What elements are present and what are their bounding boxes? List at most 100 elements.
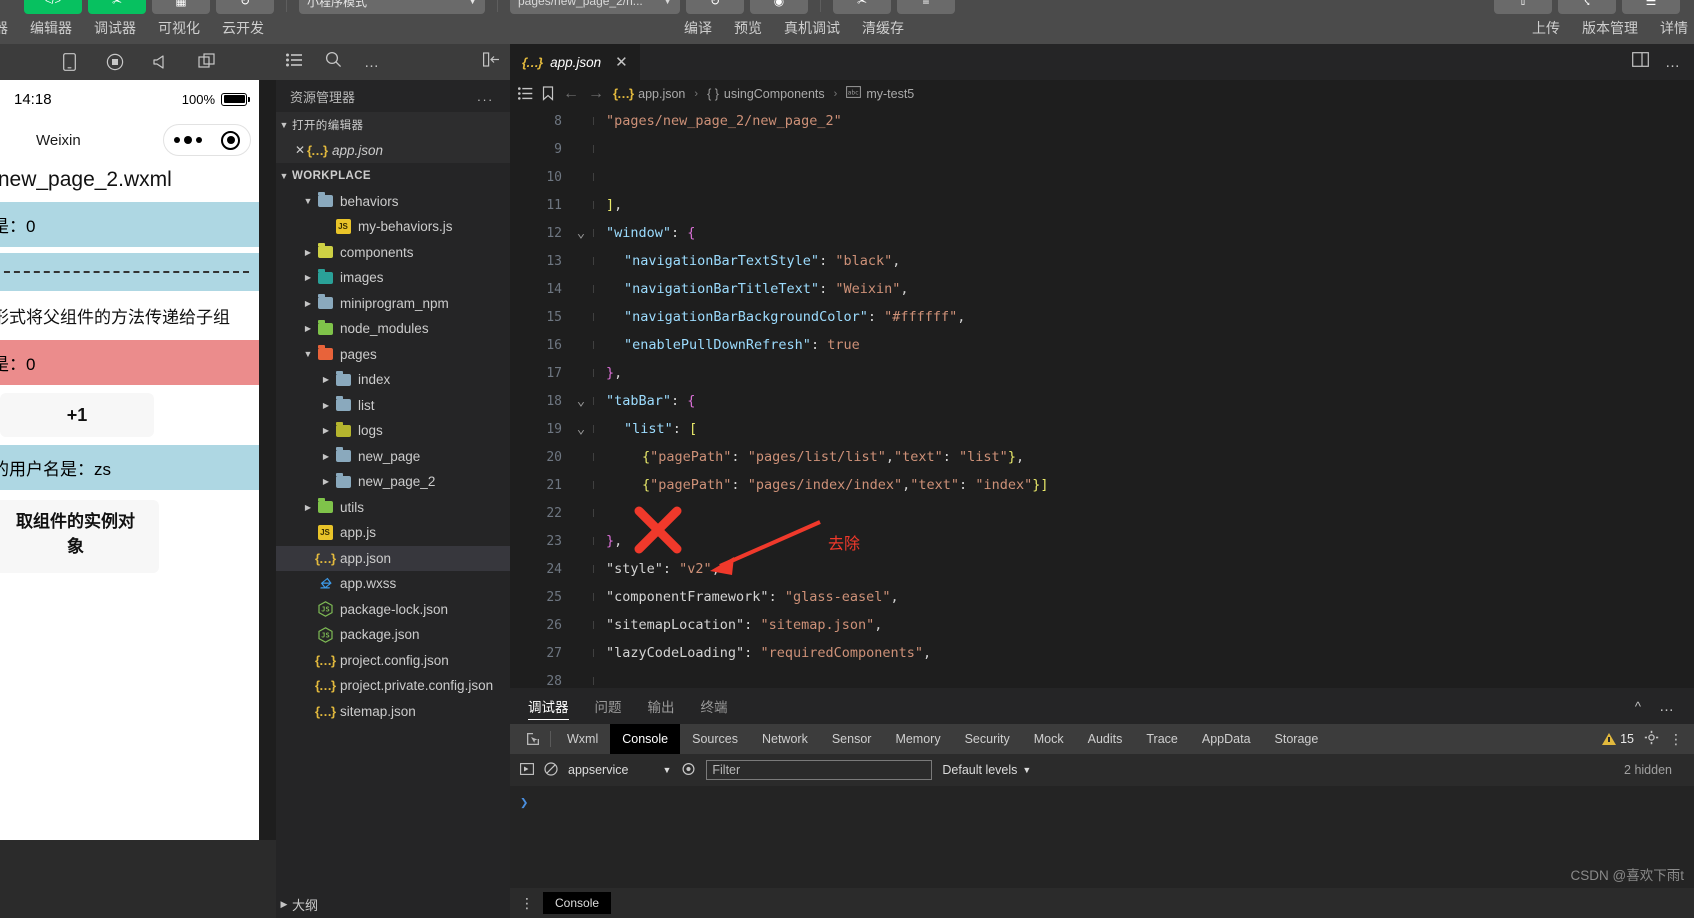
chevron-right-icon[interactable]: ▶ (318, 452, 334, 461)
code-line-8[interactable]: 8 "pages/new_page_2/new_page_2" (510, 107, 1694, 135)
explorer-more-icon[interactable]: ... (477, 89, 494, 104)
mode-select[interactable]: 小程序模式 ▼ (299, 0, 485, 14)
menu-item-preview[interactable]: 预览 (734, 18, 762, 38)
devtools-tab-console[interactable]: Console (610, 724, 681, 754)
chevron-right-icon[interactable]: ▶ (318, 375, 334, 384)
bookmark-icon[interactable] (542, 86, 554, 101)
menu-item-0[interactable]: 器 (0, 18, 8, 38)
collapse-panel-icon[interactable] (483, 52, 500, 72)
tree-item-app.json[interactable]: {…} app.json (276, 545, 510, 571)
console-context-select[interactable]: appservice ▼ (568, 763, 671, 777)
chevron-right-icon[interactable]: ▶ (300, 248, 316, 257)
devtools-tab-sensor[interactable]: Sensor (820, 724, 884, 754)
tree-item-images[interactable]: ▶ images (276, 265, 510, 291)
plus-one-button[interactable]: +1 (0, 393, 154, 437)
code-line-17[interactable]: 17}, (510, 359, 1694, 387)
tree-item-logs[interactable]: ▶ logs (276, 418, 510, 444)
devtools-tab-storage[interactable]: Storage (1263, 724, 1331, 754)
chevron-down-icon[interactable]: ▼ (276, 120, 292, 130)
get-instance-button[interactable]: 取组件的实例对 象 (0, 500, 159, 574)
fold-chevron-icon[interactable]: ⌄ (572, 393, 590, 409)
capsule-button[interactable] (163, 124, 251, 156)
eye-button[interactable]: ◉ (750, 0, 808, 14)
console-status-chip[interactable]: Console (543, 892, 612, 914)
more-icon[interactable]: … (364, 54, 381, 71)
menu-item-detail[interactable]: 详情 (1660, 18, 1688, 38)
code-line-16[interactable]: 16 "enablePullDownRefresh": true (510, 331, 1694, 359)
close-icon-tab[interactable]: ✕ (615, 53, 628, 71)
tree-item-package.json[interactable]: JS package.json (276, 622, 510, 648)
tree-item-app.js[interactable]: JS app.js (276, 520, 510, 546)
list-icon[interactable] (286, 53, 303, 72)
eye-icon[interactable] (681, 762, 696, 779)
chevron-right-icon[interactable]: ▶ (300, 299, 316, 308)
devtools-tab-sources[interactable]: Sources (680, 724, 750, 754)
console-filter-input[interactable]: Filter (706, 760, 933, 780)
section-open-editors[interactable]: ▼ 打开的编辑器 (276, 112, 510, 138)
code-line-28[interactable]: 28 (510, 667, 1694, 688)
more-icon-editor[interactable]: … (1665, 54, 1682, 71)
tree-item-project.private.config.json[interactable]: {…} project.private.config.json (276, 673, 510, 699)
code-line-20[interactable]: 20 {"pagePath": "pages/list/list","text":… (510, 443, 1694, 471)
devtools-tab-mock[interactable]: Mock (1022, 724, 1076, 754)
layout-button[interactable]: ▦ (152, 0, 210, 14)
tree-item-utils[interactable]: ▶ utils (276, 495, 510, 521)
inspect-element-icon[interactable] (520, 732, 546, 746)
back-arrow-icon[interactable]: ← (563, 85, 579, 103)
chevron-right-icon[interactable]: ▶ (300, 324, 316, 333)
code-button[interactable]: </> (24, 0, 82, 14)
menu-item-editor[interactable]: 编辑器 (30, 18, 72, 38)
close-icon[interactable]: ✕ (292, 143, 308, 157)
menu-item-visual[interactable]: 可视化 (158, 18, 200, 38)
detail-icon-button[interactable]: ☰ (1622, 0, 1680, 14)
section-workplace[interactable]: ▼ WORKPLACE (276, 163, 510, 189)
devtools-tab-memory[interactable]: Memory (883, 724, 952, 754)
cut-button-2[interactable]: ✂ (833, 0, 891, 14)
tree-item-project.config.json[interactable]: {…} project.config.json (276, 648, 510, 674)
tree-item-sitemap.json[interactable]: {…} sitemap.json (276, 699, 510, 725)
search-icon[interactable] (325, 51, 342, 73)
tree-item-my-behaviors.js[interactable]: JS my-behaviors.js (276, 214, 510, 240)
outline-section[interactable]: ▶ 大纲 (276, 890, 510, 918)
menu-item-cloud[interactable]: 云开发 (222, 18, 264, 38)
gear-icon[interactable] (1644, 730, 1659, 748)
devtools-tab-security[interactable]: Security (953, 724, 1022, 754)
forward-arrow-icon[interactable]: → (588, 85, 604, 103)
reload-button[interactable]: ↻ (686, 0, 744, 14)
code-line-12[interactable]: 12 ⌄ "window": { (510, 219, 1694, 247)
devtools-tab-appdata[interactable]: AppData (1190, 724, 1263, 754)
chevron-right-icon[interactable]: ▶ (300, 503, 316, 512)
panel-tab-terminal[interactable]: 终端 (701, 688, 728, 724)
menu-item-clear-cache[interactable]: 清缓存 (862, 18, 904, 38)
code-line-25[interactable]: 25 "componentFramework": "glass-easel", (510, 583, 1694, 611)
refresh-button[interactable]: ↻ (216, 0, 274, 14)
devtools-tab-wxml[interactable]: Wxml (555, 724, 610, 754)
chevron-down-icon[interactable]: ▼ (300, 349, 316, 359)
devtools-tab-network[interactable]: Network (750, 724, 820, 754)
editor-tab-app-json[interactable]: {…} app.json ✕ (510, 44, 640, 80)
menu-item-debugger[interactable]: 调试器 (94, 18, 136, 38)
panel-tab-output[interactable]: 输出 (648, 688, 675, 724)
chevron-up-icon[interactable]: ^ (1635, 699, 1641, 714)
chevron-right-icon[interactable]: ▶ (318, 401, 334, 410)
layers-button[interactable]: ≡ (897, 0, 955, 14)
devtools-tab-audits[interactable]: Audits (1076, 724, 1135, 754)
code-line-27[interactable]: 27 "lazyCodeLoading": "requiredComponents… (510, 639, 1694, 667)
menu-item-upload[interactable]: 上传 (1532, 18, 1560, 38)
more-vertical-icon-status[interactable]: ⋮ (520, 895, 535, 912)
console-output[interactable]: ❯ (510, 786, 1694, 888)
execute-icon[interactable] (520, 762, 534, 779)
tree-item-components[interactable]: ▶ components (276, 240, 510, 266)
tree-item-behaviors[interactable]: ▼ behaviors (276, 189, 510, 215)
outline-icon[interactable] (518, 87, 533, 100)
console-levels-select[interactable]: Default levels ▼ (942, 763, 1031, 777)
tree-item-package-lock.json[interactable]: JS package-lock.json (276, 597, 510, 623)
menu-item-compile[interactable]: 编译 (684, 18, 712, 38)
code-line-9[interactable]: 9 (510, 135, 1694, 163)
tree-item-pages[interactable]: ▼ pages (276, 342, 510, 368)
code-area[interactable]: 8 "pages/new_page_2/new_page_2" 9 10 11], 12 ⌄… (510, 107, 1694, 688)
upload-icon-button[interactable]: ⇧ (1494, 0, 1552, 14)
close-target-icon[interactable] (221, 130, 241, 150)
code-line-14[interactable]: 14 "navigationBarTitleText": "Weixin", (510, 275, 1694, 303)
code-line-26[interactable]: 26 "sitemapLocation": "sitemap.json", (510, 611, 1694, 639)
